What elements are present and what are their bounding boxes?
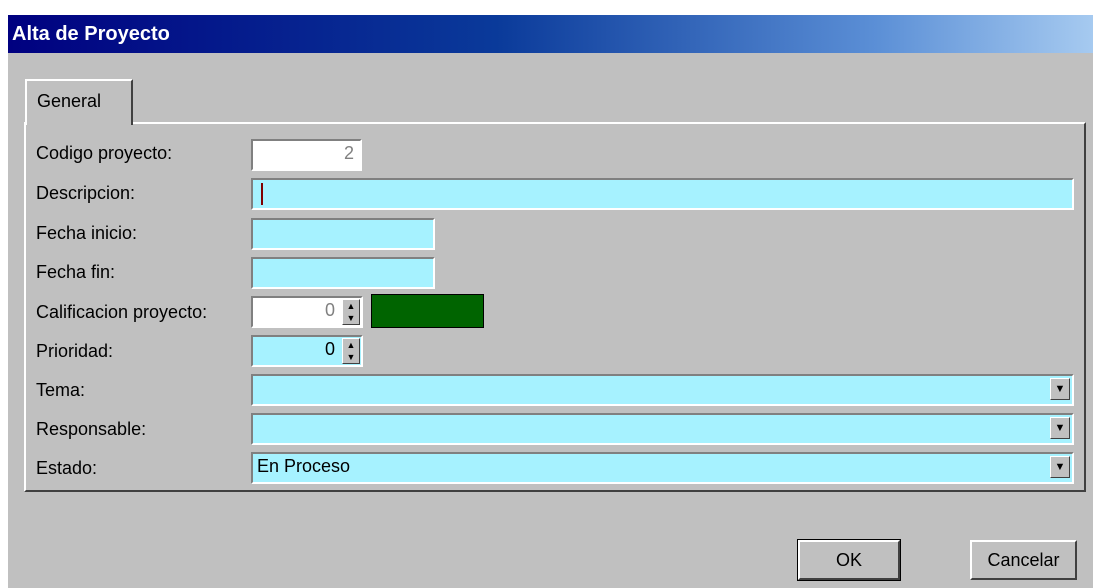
ok-button[interactable]: OK	[797, 539, 901, 581]
title-bar: Alta de Proyecto	[8, 15, 1093, 53]
tab-general[interactable]: General	[25, 79, 133, 125]
window-title: Alta de Proyecto	[12, 23, 170, 45]
cancel-button[interactable]: Cancelar	[970, 540, 1077, 580]
tab-panel-general	[24, 122, 1086, 492]
tab-general-label: General	[37, 91, 102, 111]
dialog-window: Alta de Proyecto General Codigo proyecto…	[8, 15, 1093, 588]
